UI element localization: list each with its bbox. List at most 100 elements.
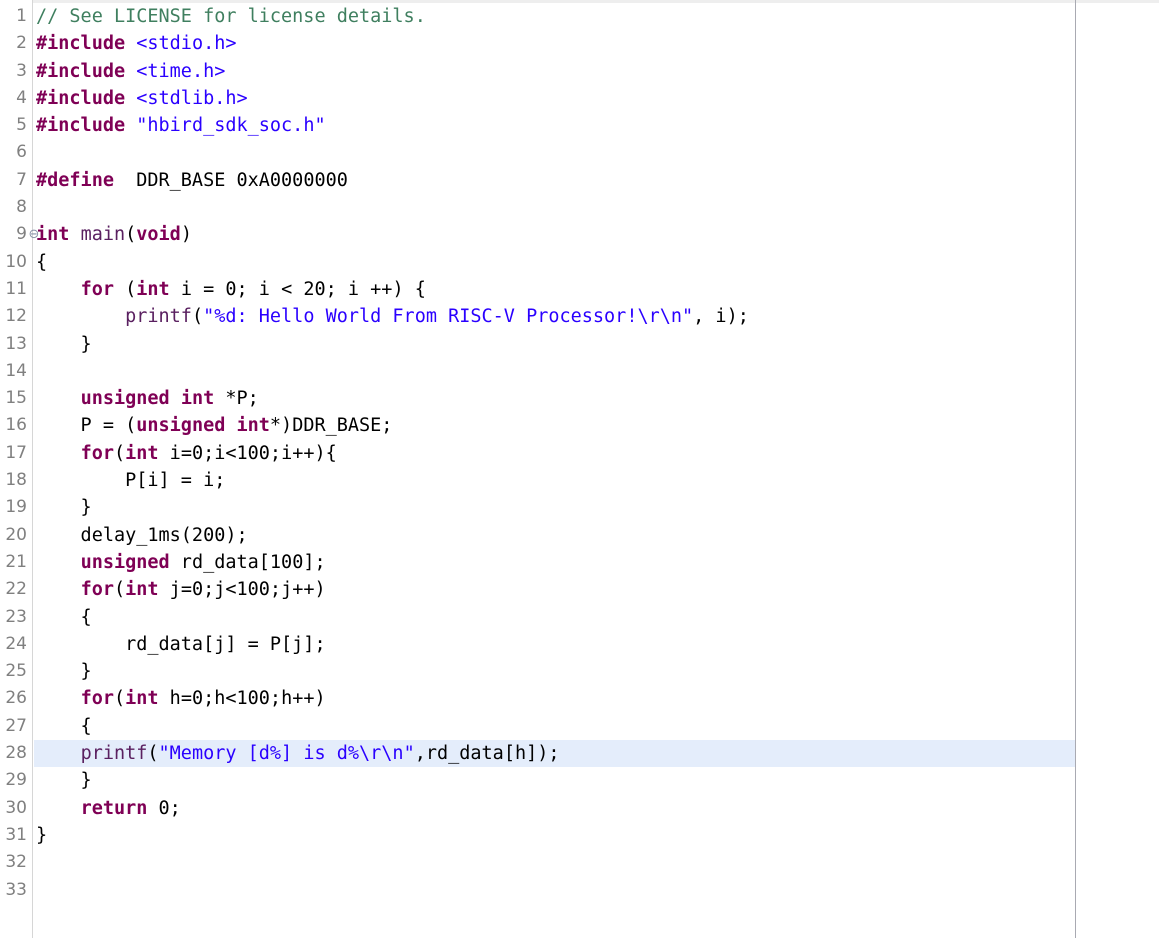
line-number[interactable]: 27 — [0, 713, 27, 740]
line-number[interactable]: 20 — [0, 522, 27, 549]
line-number[interactable]: 6 — [0, 139, 27, 166]
code-line-content[interactable]: return 0; — [34, 795, 1075, 822]
line-number[interactable]: 28 — [0, 740, 27, 767]
code-line[interactable]: 11 for (int i = 0; i < 20; i ++) { — [0, 276, 1159, 303]
code-line[interactable]: 24 rd_data[j] = P[j]; — [0, 631, 1159, 658]
line-number[interactable]: 11 — [0, 276, 27, 303]
code-line-content[interactable] — [34, 877, 1075, 904]
line-number[interactable]: 30 — [0, 795, 27, 822]
code-line[interactable]: 13 } — [0, 331, 1159, 358]
code-line[interactable]: 14 — [0, 358, 1159, 385]
code-fold-collapse-icon[interactable]: ⊖ — [27, 221, 41, 248]
code-line[interactable]: 8 — [0, 194, 1159, 221]
code-line-content[interactable]: rd_data[j] = P[j]; — [34, 631, 1075, 658]
code-line-content[interactable]: // See LICENSE for license details. — [34, 3, 1075, 30]
code-line[interactable]: 1 // See LICENSE for license details. — [0, 3, 1159, 30]
line-number[interactable]: 26 — [0, 685, 27, 712]
code-line-content[interactable]: for (int i = 0; i < 20; i ++) { — [34, 276, 1075, 303]
code-line[interactable]: 19 } — [0, 494, 1159, 521]
line-number[interactable]: 29 — [0, 767, 27, 794]
code-line-content[interactable]: for(int i=0;i<100;i++){ — [34, 440, 1075, 467]
code-line[interactable]: 3 #include <time.h> — [0, 58, 1159, 85]
code-line[interactable]: 27 { — [0, 713, 1159, 740]
code-line[interactable]: 28 printf("Memory [d%] is d%\r\n",rd_dat… — [0, 740, 1159, 768]
line-number[interactable]: 1 — [0, 3, 27, 30]
code-line-content[interactable] — [34, 139, 1075, 166]
code-line[interactable]: 6 — [0, 139, 1159, 166]
code-line[interactable]: 10 { — [0, 249, 1159, 276]
code-line-content[interactable]: #include <stdlib.h> — [34, 85, 1075, 112]
line-number[interactable]: 8 — [0, 194, 27, 221]
code-line[interactable]: 29 } — [0, 767, 1159, 794]
code-line[interactable]: 4 #include <stdlib.h> — [0, 85, 1159, 112]
code-line[interactable]: 9 ⊖ int main(void) — [0, 221, 1159, 248]
line-number[interactable]: 4 — [0, 85, 27, 112]
code-line-content[interactable]: printf("%d: Hello World From RISC-V Proc… — [34, 303, 1075, 330]
code-line-content[interactable] — [34, 358, 1075, 385]
code-line-content[interactable]: { — [34, 713, 1075, 740]
code-line[interactable]: 26 for(int h=0;h<100;h++) — [0, 685, 1159, 712]
code-line[interactable]: 17 for(int i=0;i<100;i++){ — [0, 440, 1159, 467]
code-lines-container[interactable]: 1 // See LICENSE for license details. 2 #in… — [0, 3, 1159, 904]
code-line[interactable]: 21 unsigned rd_data[100]; — [0, 549, 1159, 576]
line-number[interactable]: 17 — [0, 440, 27, 467]
code-line[interactable]: 30 return 0; — [0, 795, 1159, 822]
code-line-content[interactable]: unsigned rd_data[100]; — [34, 549, 1075, 576]
line-number[interactable]: 14 — [0, 358, 27, 385]
code-line-content[interactable]: #include <stdio.h> — [34, 30, 1075, 57]
code-line-content[interactable]: int main(void) — [34, 221, 1075, 248]
line-number[interactable]: 22 — [0, 576, 27, 603]
code-line-content[interactable]: } — [34, 767, 1075, 794]
code-line[interactable]: 20 delay_1ms(200); — [0, 522, 1159, 549]
line-number[interactable]: 33 — [0, 877, 27, 904]
line-number[interactable]: 32 — [0, 849, 27, 876]
code-line-content[interactable]: #include <time.h> — [34, 58, 1075, 85]
code-line[interactable]: 18 P[i] = i; — [0, 467, 1159, 494]
line-number[interactable]: 24 — [0, 631, 27, 658]
code-line[interactable]: 31} — [0, 822, 1159, 849]
code-line-content[interactable]: #define DDR_BASE 0xA0000000 — [34, 167, 1075, 194]
code-line-content[interactable]: } — [34, 658, 1075, 685]
line-number[interactable]: 13 — [0, 331, 27, 358]
code-line[interactable]: 32 — [0, 849, 1159, 876]
code-line-content[interactable]: { — [34, 604, 1075, 631]
line-number[interactable]: 25 — [0, 658, 27, 685]
line-number[interactable]: 23 — [0, 604, 27, 631]
code-line[interactable]: 7 #define DDR_BASE 0xA0000000 — [0, 167, 1159, 194]
code-line[interactable]: 22 for(int j=0;j<100;j++) — [0, 576, 1159, 603]
line-number[interactable]: 10 — [0, 249, 27, 276]
code-line-content[interactable]: printf("Memory [d%] is d%\r\n",rd_data[h… — [34, 740, 1075, 768]
code-line-content[interactable]: P = (unsigned int*)DDR_BASE; — [34, 412, 1075, 439]
code-editor[interactable]: 1 // See LICENSE for license details. 2 #in… — [0, 0, 1159, 938]
code-line-content[interactable]: } — [34, 494, 1075, 521]
code-line-content[interactable]: #include "hbird_sdk_soc.h" — [34, 112, 1075, 139]
code-line-content[interactable]: for(int h=0;h<100;h++) — [34, 685, 1075, 712]
code-line[interactable]: 25 } — [0, 658, 1159, 685]
code-line-content[interactable]: { — [34, 249, 1075, 276]
line-number[interactable]: 12 — [0, 303, 27, 330]
line-number[interactable]: 7 — [0, 167, 27, 194]
line-number[interactable]: 5 — [0, 112, 27, 139]
code-line[interactable]: 12 printf("%d: Hello World From RISC-V P… — [0, 303, 1159, 330]
code-line-content[interactable]: } — [34, 822, 1075, 849]
line-number[interactable]: 19 — [0, 494, 27, 521]
code-line-content[interactable]: for(int j=0;j<100;j++) — [34, 576, 1075, 603]
code-line-content[interactable] — [34, 194, 1075, 221]
line-number[interactable]: 15 — [0, 385, 27, 412]
line-number[interactable]: 16 — [0, 412, 27, 439]
line-number[interactable]: 3 — [0, 58, 27, 85]
code-line[interactable]: 5 #include "hbird_sdk_soc.h" — [0, 112, 1159, 139]
code-line-content[interactable]: P[i] = i; — [34, 467, 1075, 494]
line-number[interactable]: 2 — [0, 30, 27, 57]
code-line[interactable]: 15 unsigned int *P; — [0, 385, 1159, 412]
code-line[interactable]: 2 #include <stdio.h> — [0, 30, 1159, 57]
line-number[interactable]: 18 — [0, 467, 27, 494]
line-number[interactable]: 21 — [0, 549, 27, 576]
code-line[interactable]: 33 — [0, 877, 1159, 904]
code-line-content[interactable] — [34, 849, 1075, 876]
code-line-content[interactable]: } — [34, 331, 1075, 358]
code-line[interactable]: 23 { — [0, 604, 1159, 631]
code-line[interactable]: 16 P = (unsigned int*)DDR_BASE; — [0, 412, 1159, 439]
code-line-content[interactable]: delay_1ms(200); — [34, 522, 1075, 549]
line-number[interactable]: 31 — [0, 822, 27, 849]
